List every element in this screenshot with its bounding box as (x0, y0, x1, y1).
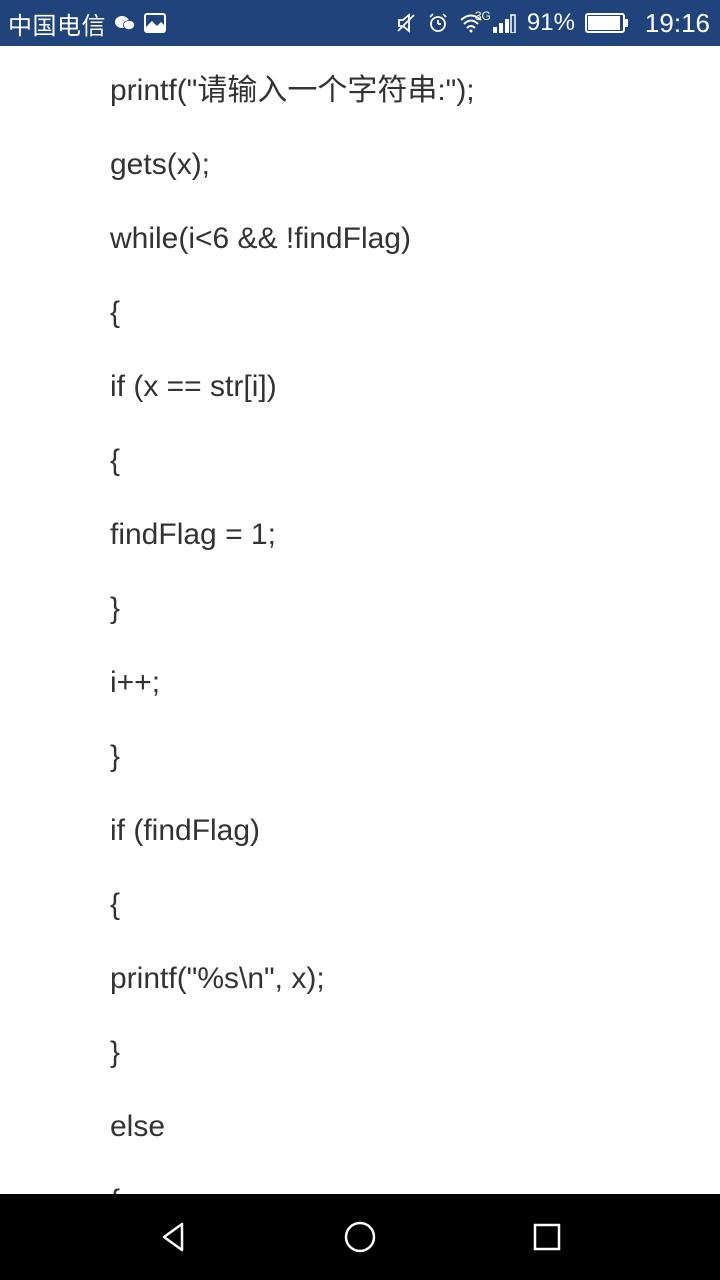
battery-icon (585, 13, 629, 33)
home-button[interactable] (320, 1197, 400, 1277)
code-content[interactable]: printf("请输入一个字符串:"); gets(x); while(i<6 … (0, 46, 720, 1194)
code-line: findFlag = 1; (110, 520, 720, 550)
code-line: printf("请输入一个字符串:"); (110, 76, 720, 106)
code-line: else (110, 1112, 720, 1142)
recent-icon (532, 1222, 562, 1252)
signal-icon: 3G (493, 13, 517, 33)
code-line: } (110, 1038, 720, 1068)
mute-icon (395, 12, 417, 34)
battery-percent: 91% (527, 9, 575, 37)
carrier-label: 中国电信 (8, 6, 106, 41)
wechat-icon (114, 14, 136, 32)
code-line: } (110, 594, 720, 624)
back-button[interactable] (133, 1197, 213, 1277)
code-line: if (findFlag) (110, 816, 720, 846)
code-line: printf("%s\n", x); (110, 964, 720, 994)
code-line: { (110, 446, 720, 476)
status-bar: 中国电信 3G 91% 19:16 (0, 0, 720, 46)
code-line: { (110, 890, 720, 920)
code-line: { (110, 1186, 720, 1194)
alarm-icon (427, 12, 449, 34)
code-line: if (x == str[i]) (110, 372, 720, 402)
code-line: } (110, 742, 720, 772)
recent-button[interactable] (507, 1197, 587, 1277)
network-label: 3G (475, 9, 491, 23)
code-line: while(i<6 && !findFlag) (110, 224, 720, 254)
code-line: { (110, 298, 720, 328)
clock-label: 19:16 (645, 8, 710, 39)
home-icon (342, 1219, 378, 1255)
code-line: i++; (110, 668, 720, 698)
navigation-bar (0, 1194, 720, 1280)
image-icon (144, 13, 166, 33)
back-icon (156, 1220, 190, 1254)
code-line: gets(x); (110, 150, 720, 180)
